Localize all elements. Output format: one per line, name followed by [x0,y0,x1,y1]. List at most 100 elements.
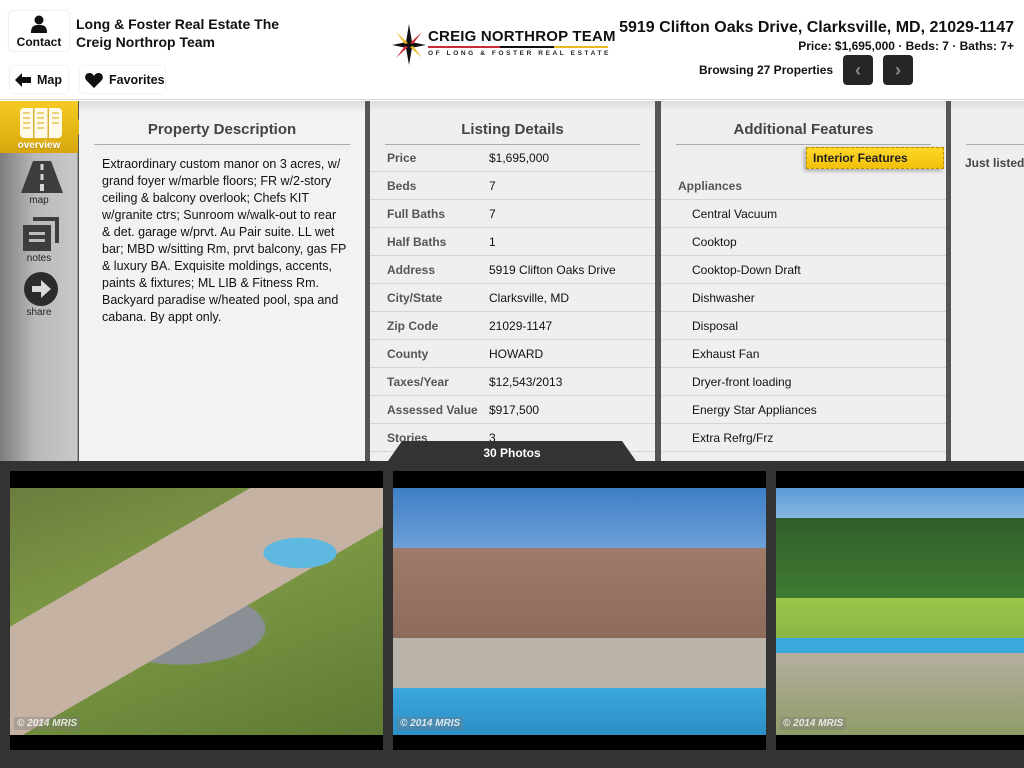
road-icon [21,161,63,193]
sidebar-item-map[interactable]: map [0,159,78,207]
extra-panel: Just listed [951,101,1024,461]
divider [94,144,350,145]
map-label: Map [37,72,62,87]
sidebar-label-notes: notes [26,253,52,264]
overview-columns-icon [20,108,62,138]
listing-key: Price [387,151,417,165]
header: Contact Long & Foster Real Estate The Cr… [0,0,1024,100]
listing-key: City/State [387,291,443,305]
listing-key: Taxes/Year [387,375,449,389]
feature-label: Cooktop-Down Draft [692,263,801,277]
favorites-label: Favorites [109,72,165,87]
photo-thumbnail[interactable]: © 2014 MRIS [10,471,383,750]
page: Contact Long & Foster Real Estate The Cr… [0,0,1024,768]
feature-label: Dishwasher [692,291,755,305]
listing-row: Beds 7 [370,172,655,200]
divider [676,144,931,145]
photo-thumbnail[interactable]: © 2014 MRIS [776,471,1024,750]
listing-details-panel: Listing Details Price $1,695,000 Beds 7 Full… [370,101,655,461]
sidebar: overview map notes share [0,101,86,461]
sidebar-item-notes[interactable]: notes [0,215,78,265]
listing-row: County HOWARD [370,340,655,368]
feature-group-row [661,172,946,200]
contact-button[interactable]: Contact [9,11,69,51]
next-property-button[interactable]: › [883,55,913,85]
feature-item: Disposal [661,312,946,340]
feature-label: Cooktop [692,235,737,249]
photo-count-tab[interactable]: 30 Photos [388,441,636,463]
photo-watermark: © 2014 MRIS [397,717,464,730]
listing-value: $917,500 [489,403,540,417]
feature-item: Dishwasher [661,284,946,312]
sidebar-label-share: share [26,307,52,318]
panel-title: Property Description [147,121,297,138]
listing-key: Beds [387,179,417,193]
photo-strip: © 2014 MRIS © 2014 MRIS © 2014 MRIS [0,461,1024,768]
map-button[interactable]: Map [10,66,68,93]
listing-value: 21029-1147 [489,319,553,333]
photo-watermark: © 2014 MRIS [14,717,81,730]
listing-row: Zip Code 21029-1147 [370,312,655,340]
feature-label: Disposal [692,319,739,333]
listing-row: City/State Clarksville, MD [370,284,655,312]
listing-value: HOWARD [489,347,544,361]
feature-label: Exhaust Fan [692,347,760,361]
listing-row: Assessed Value $917,500 [370,396,655,424]
property-summary: Price: $1,695,000 · Beds: 7 · Baths: 7+ [798,39,1014,53]
panel-title: Additional Features [733,121,874,138]
listing-value: $12,543/2013 [489,375,563,389]
chevron-right-icon: › [895,59,901,80]
panel-title: Listing Details [461,121,564,138]
photo-image [776,488,1024,735]
listing-row: Price $1,695,000 [370,144,655,172]
listing-value: 7 [489,207,496,221]
feature-label: Dryer-front loading [692,375,792,389]
listing-key: Full Baths [387,207,446,221]
feature-item: Energy Star Appliances [661,396,946,424]
browsing-count: Browsing 27 Properties [699,63,834,77]
listing-value: Clarksville, MD [489,291,570,305]
contact-label: Contact [16,35,62,49]
listing-key: County [387,347,429,361]
feature-item: Cooktop-Down Draft [661,256,946,284]
feature-label: Central Vacuum [692,207,778,221]
notes-icon [23,217,59,251]
extra-text: Just listed [965,156,1024,170]
listing-row: Full Baths 7 [370,200,655,228]
photo-image [10,488,383,735]
arrow-left-icon [15,72,31,87]
feature-item: Exhaust Fan [661,340,946,368]
property-description-panel: Property Description Extraordinary custo… [79,101,365,461]
listing-row: Address 5919 Clifton Oaks Drive [370,256,655,284]
listing-value: 1 [489,235,496,249]
compass-star-icon [392,24,426,65]
sidebar-item-overview[interactable]: overview [0,101,86,153]
listing-key: Address [387,263,436,277]
team-logo: CREIG NORTHROP TEAM OF LONG & FOSTER REA… [390,22,616,67]
share-arrow-icon [24,272,58,306]
listing-value: $1,695,000 [489,151,550,165]
photo-thumbnail[interactable]: © 2014 MRIS [393,471,766,750]
sidebar-label-overview: overview [17,140,61,151]
listing-value: 7 [489,179,496,193]
listing-row: Half Baths 1 [370,228,655,256]
interior-features-tab[interactable]: Interior Features [806,147,944,169]
sidebar-label-map: map [29,195,49,206]
previous-property-button[interactable]: ‹ [843,55,873,85]
feature-item: Dryer-front loading [661,368,946,396]
favorites-button[interactable]: Favorites [80,66,165,93]
feature-item: Extra Refrg/Frz [661,424,946,452]
listing-row: Taxes/Year $12,543/2013 [370,368,655,396]
listing-key: Assessed Value [387,403,478,417]
logo-title: CREIG NORTHROP TEAM [428,28,616,45]
listing-value: 5919 Clifton Oaks Drive [489,263,616,277]
photo-watermark: © 2014 MRIS [780,717,847,730]
photo-image [393,488,766,735]
listing-key: Half Baths [387,235,447,249]
feature-label: Energy Star Appliances [692,403,817,417]
listing-key: Zip Code [387,319,439,333]
sidebar-item-share[interactable]: share [0,271,78,319]
logo-color-bar [428,46,608,48]
heart-icon [85,72,103,88]
chevron-left-icon: ‹ [855,59,861,80]
